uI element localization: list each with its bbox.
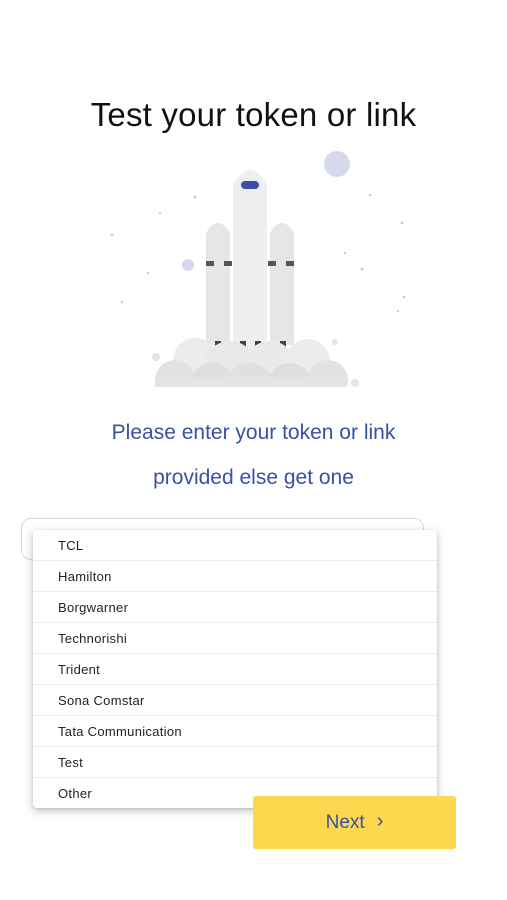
chevron-right-icon: › bbox=[376, 810, 384, 832]
dropdown-option-tata-communication[interactable]: Tata Communication bbox=[33, 716, 437, 747]
dropdown-option-sona-comstar[interactable]: Sona Comstar bbox=[33, 685, 437, 716]
next-button[interactable]: Next › bbox=[253, 796, 456, 849]
dropdown-option-technorishi[interactable]: Technorishi bbox=[33, 623, 437, 654]
dropdown-option-borgwarner[interactable]: Borgwarner bbox=[33, 592, 437, 623]
instruction-text-line-1: Please enter your token or link bbox=[111, 421, 396, 444]
dropdown-option-trident[interactable]: Trident bbox=[33, 654, 437, 685]
next-button-label: Next bbox=[325, 811, 365, 833]
company-dropdown-menu: TCL Hamilton Borgwarner Technorishi Trid… bbox=[33, 530, 437, 808]
page-title: Test your token or link bbox=[90, 96, 417, 133]
dropdown-option-hamilton[interactable]: Hamilton bbox=[33, 561, 437, 592]
dropdown-option-test[interactable]: Test bbox=[33, 747, 437, 778]
instruction-text-line-2: provided else get one bbox=[153, 466, 354, 489]
rocket-launch-illustration bbox=[110, 151, 406, 400]
dropdown-option-tcl[interactable]: TCL bbox=[33, 530, 437, 561]
